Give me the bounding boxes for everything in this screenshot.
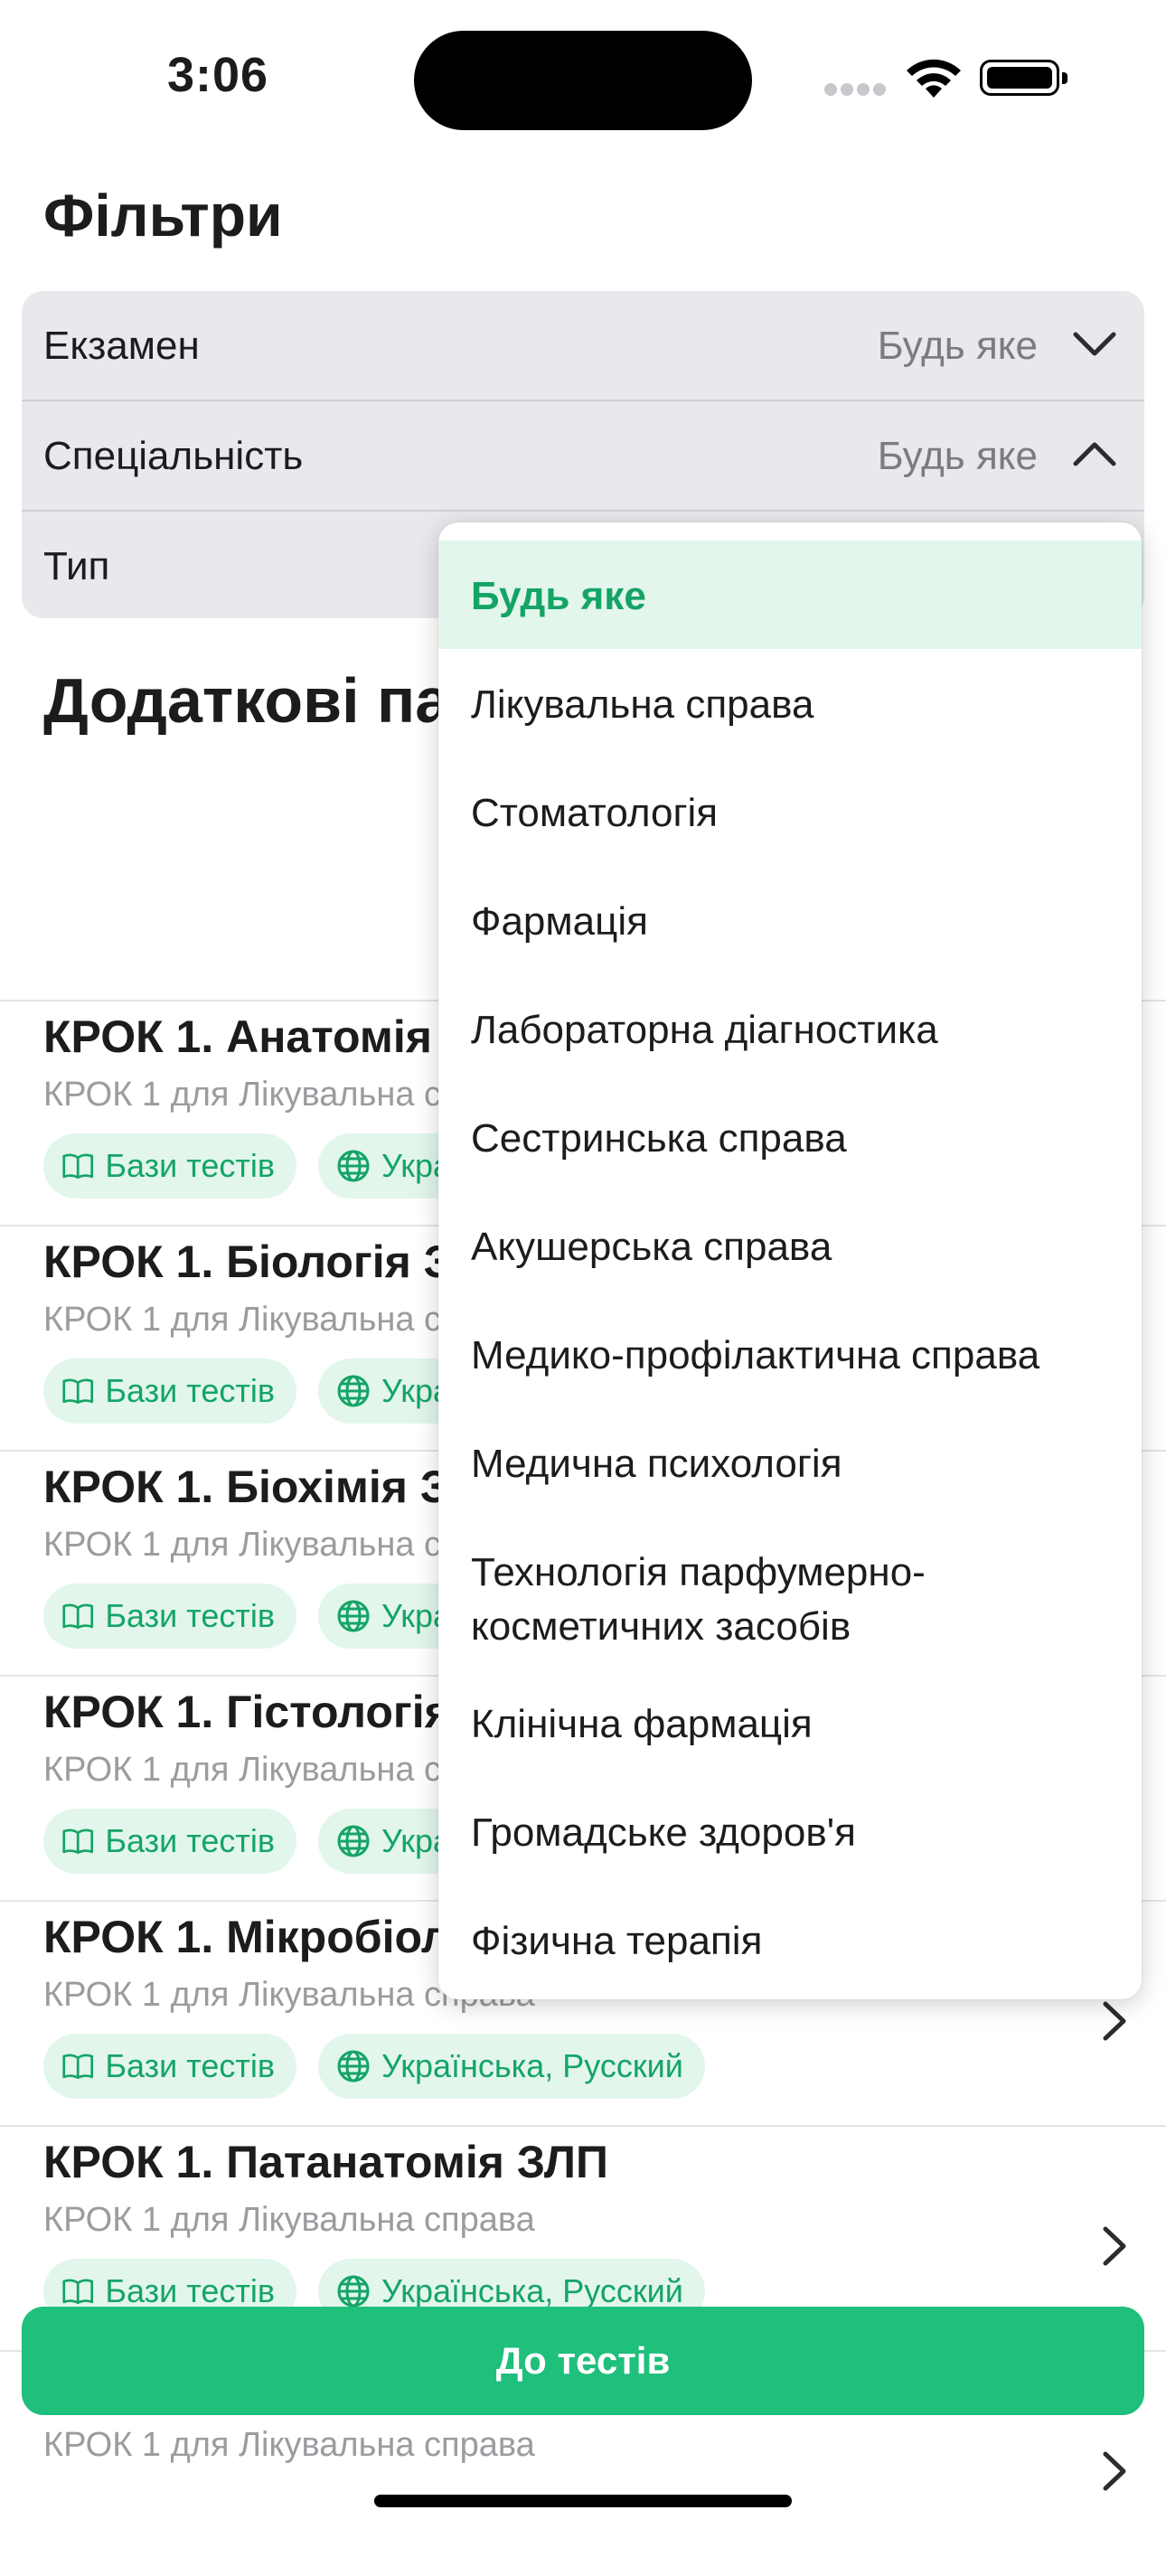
filter-specialty-value: Будь яке — [877, 434, 1038, 478]
package-subtitle: КРОК 1 для Лікувальна справа — [43, 2426, 535, 2464]
tests-tag-label: Бази тестів — [105, 1147, 275, 1184]
package-title: КРОК 1. Патанатомія ЗЛП — [43, 2137, 608, 2187]
chevron-down-icon — [1073, 332, 1116, 356]
filters-title: Фільтри — [43, 182, 283, 249]
battery-icon — [980, 60, 1067, 96]
filter-exam-label: Екзамен — [43, 324, 200, 368]
chevron-right-icon — [1103, 2001, 1126, 2041]
package-subtitle: КРОК 1 для Лікувальна справа — [43, 2201, 535, 2239]
filter-exam-value: Будь яке — [877, 324, 1038, 368]
language-tag: Українська, Русский — [318, 2034, 705, 2099]
cellular-signal-icon — [824, 83, 889, 98]
book-icon — [62, 2054, 94, 2080]
specialty-option[interactable]: Фізична терапія — [438, 1885, 1142, 1994]
specialty-option[interactable]: Лабораторна діагностика — [438, 974, 1142, 1083]
globe-icon — [337, 1375, 370, 1407]
book-icon — [62, 1603, 94, 1630]
specialty-option[interactable]: Медико-профілактична справа — [438, 1300, 1142, 1408]
globe-icon — [337, 1150, 370, 1182]
specialty-dropdown: Будь яке Лікувальна справа Стоматологія Фар… — [438, 522, 1142, 1999]
language-tag-label: Українська, Русский — [381, 2272, 683, 2309]
specialty-option[interactable]: Будь яке — [438, 541, 1142, 649]
chevron-right-icon — [1103, 2451, 1126, 2491]
tests-tag: Бази тестів — [43, 1584, 296, 1649]
book-icon — [62, 1153, 94, 1180]
globe-icon — [337, 2050, 370, 2082]
wifi-icon — [907, 59, 961, 98]
chevron-right-icon — [1103, 2226, 1126, 2266]
book-icon — [62, 1378, 94, 1405]
tests-tag-label: Бази тестів — [105, 2272, 275, 2309]
book-icon — [62, 2279, 94, 2305]
home-indicator — [374, 2495, 792, 2507]
tests-tag-label: Бази тестів — [105, 1597, 275, 1634]
globe-icon — [337, 2275, 370, 2308]
book-icon — [62, 1829, 94, 1855]
chevron-up-icon — [1073, 442, 1116, 466]
globe-icon — [337, 1825, 370, 1857]
specialty-option[interactable]: Громадське здоров'я — [438, 1777, 1142, 1885]
filter-specialty[interactable]: Спеціальність Будь яке — [22, 401, 1144, 512]
specialty-option[interactable]: Сестринська справа — [438, 1083, 1142, 1191]
tests-tag-label: Бази тестів — [105, 2047, 275, 2084]
tests-tag: Бази тестів — [43, 1133, 296, 1199]
specialty-option[interactable]: Медична психологія — [438, 1408, 1142, 1517]
tests-tag-label: Бази тестів — [105, 1822, 275, 1859]
specialty-option[interactable]: Акушерська справа — [438, 1191, 1142, 1300]
tests-tag-label: Бази тестів — [105, 1372, 275, 1409]
globe-icon — [337, 1600, 370, 1632]
tests-tag: Бази тестів — [43, 2034, 296, 2099]
specialty-option[interactable]: Фармація — [438, 866, 1142, 974]
specialty-option[interactable]: Клінічна фармація — [438, 1669, 1142, 1777]
tests-tag: Бази тестів — [43, 1809, 296, 1874]
filter-specialty-label: Спеціальність — [43, 434, 304, 478]
specialty-option[interactable]: Технологія парфумерно-косметичних засобі… — [438, 1517, 1142, 1669]
tests-tag: Бази тестів — [43, 1359, 296, 1424]
specialty-option[interactable]: Лікувальна справа — [438, 649, 1142, 757]
status-time: 3:06 — [167, 48, 269, 102]
filter-type-label: Тип — [43, 544, 110, 588]
dynamic-island — [414, 31, 752, 130]
specialty-option[interactable]: Стоматологія — [438, 757, 1142, 866]
language-tag-label: Українська, Русский — [381, 2047, 683, 2084]
to-tests-button[interactable]: До тестів — [22, 2307, 1144, 2415]
filter-exam[interactable]: Екзамен Будь яке — [22, 291, 1144, 401]
